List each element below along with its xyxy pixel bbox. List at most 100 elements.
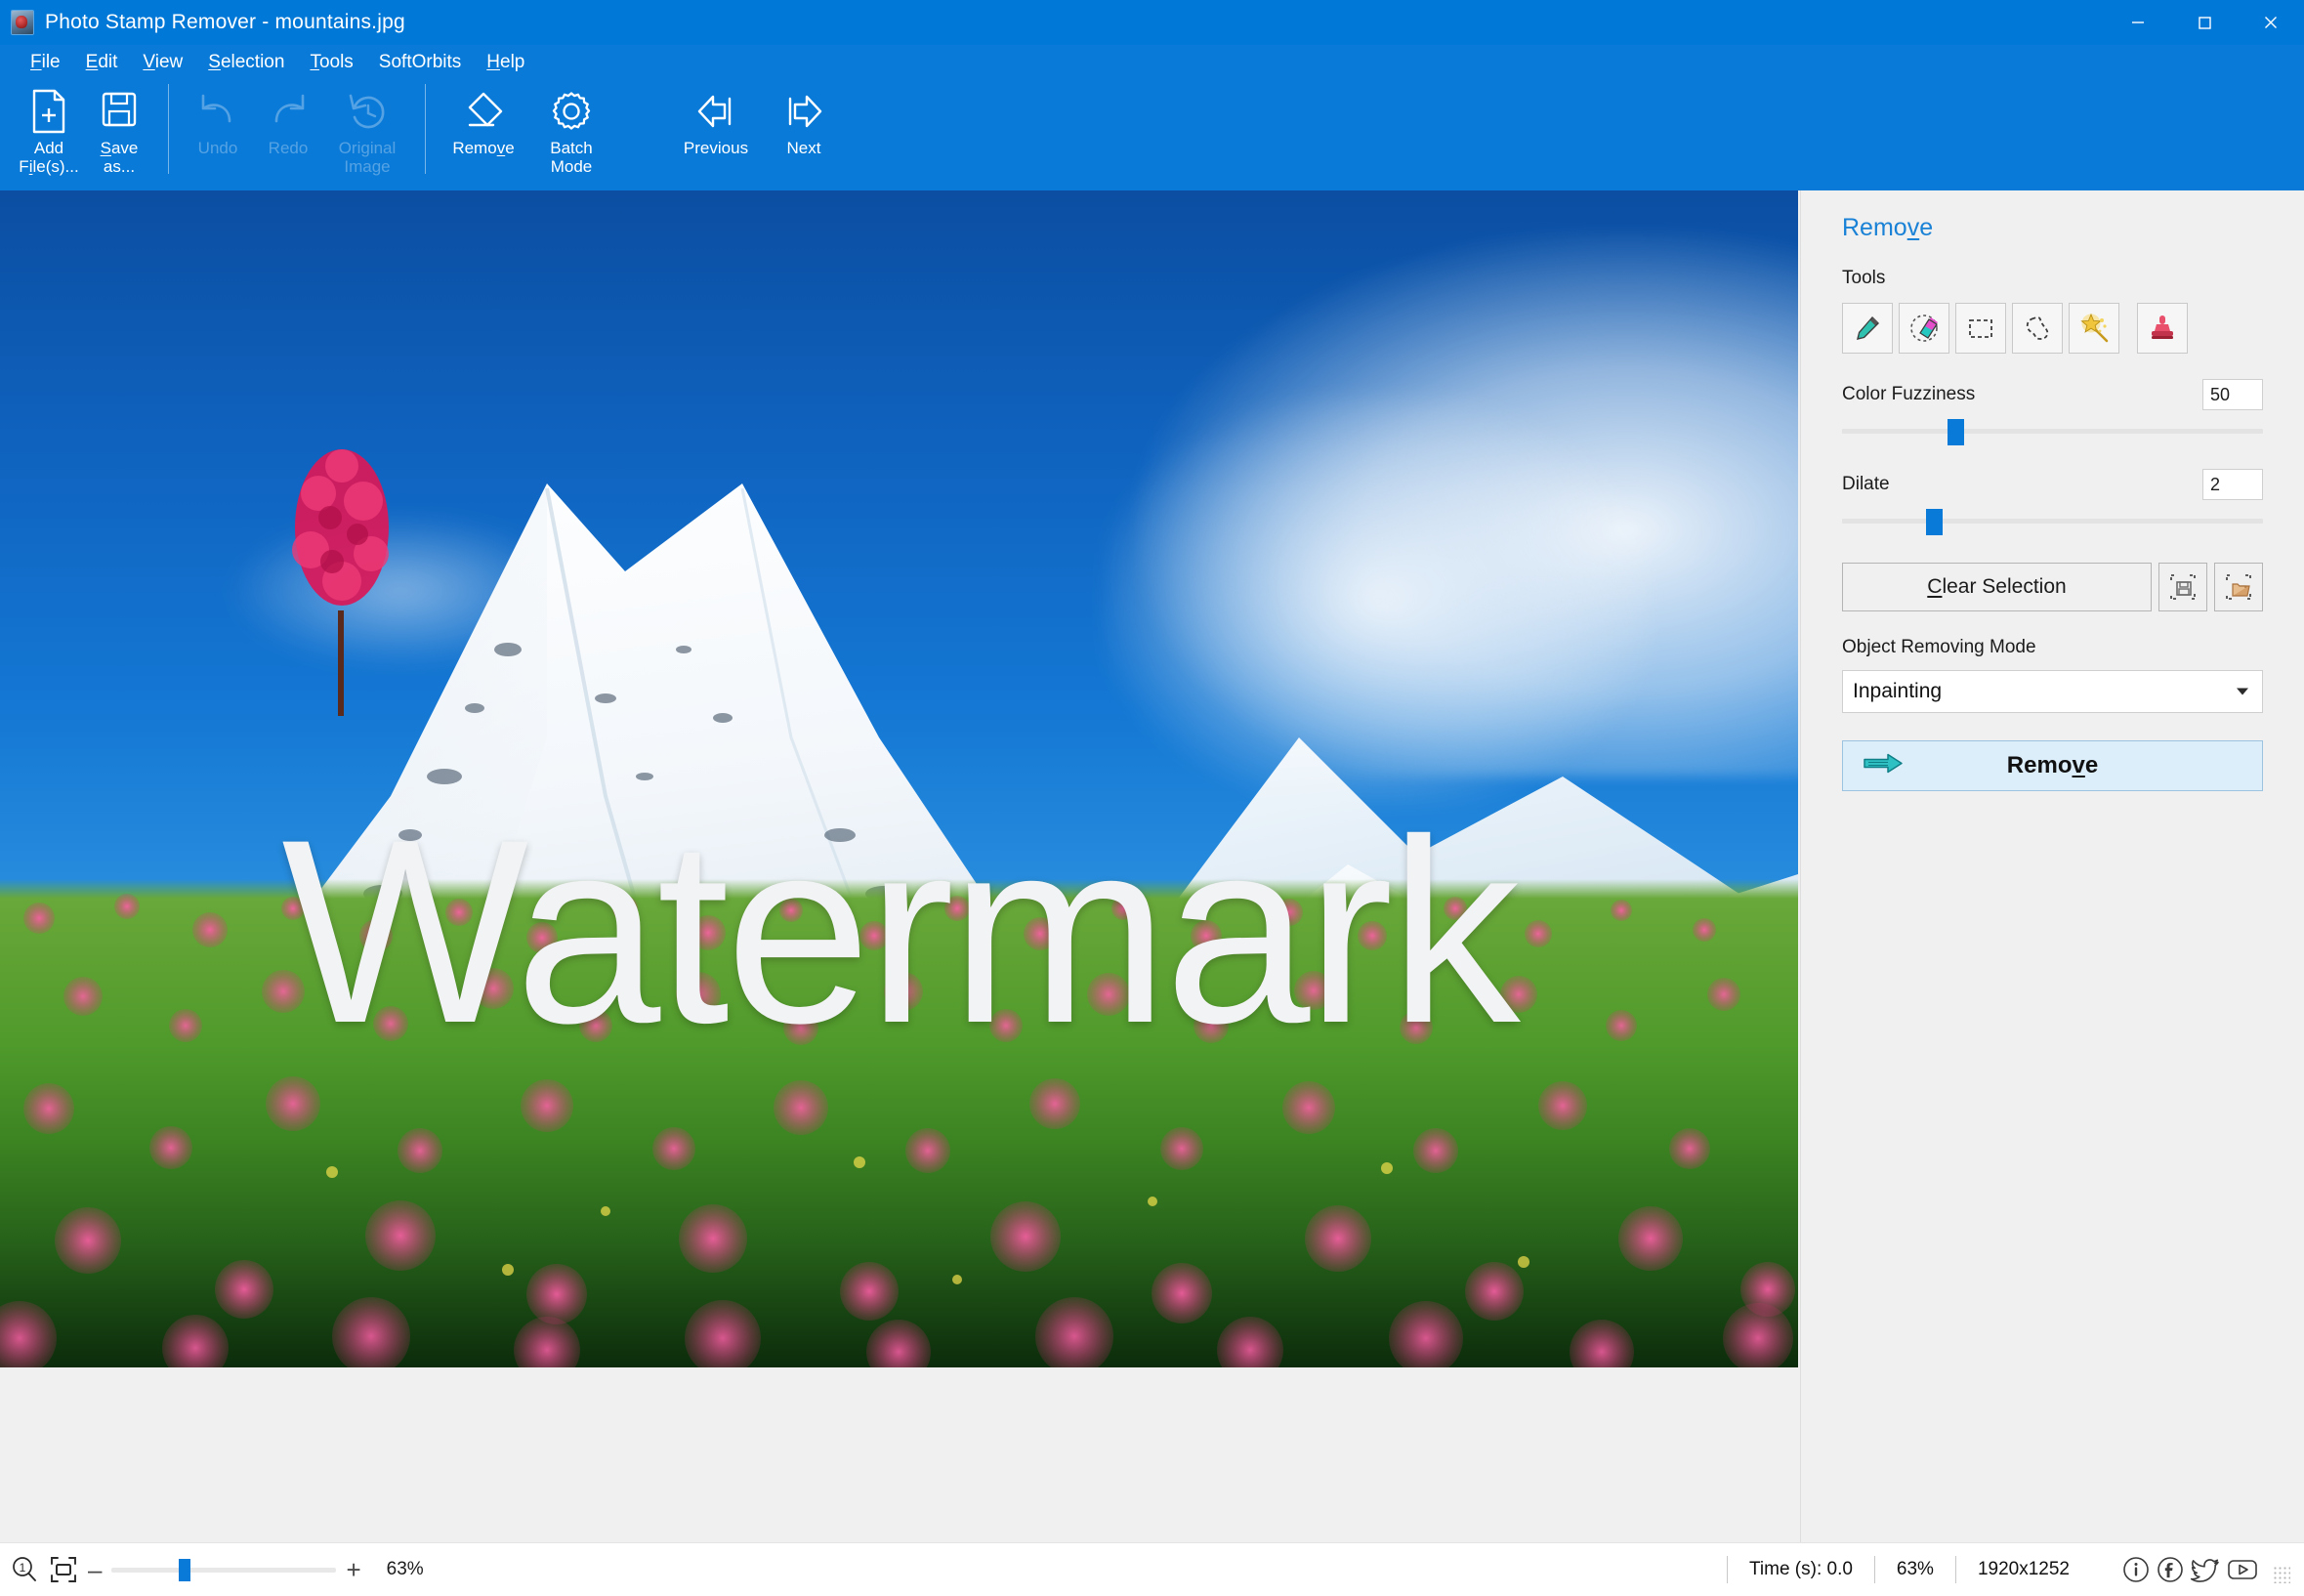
object-removing-mode-value: Inpainting — [1853, 680, 1943, 702]
toolbar-next-button[interactable]: Next — [760, 80, 848, 157]
tools-row — [1842, 303, 2263, 354]
twitter-icon — [2190, 1559, 2219, 1582]
info-icon — [2123, 1557, 2149, 1582]
application-window: Photo Stamp Remover - mountains.jpg File… — [0, 0, 2304, 1596]
dilate-slider[interactable] — [1842, 508, 2263, 535]
toolbar-add-files-button[interactable]: Add File(s)... — [14, 80, 84, 176]
zoom-percent-left: 63% — [386, 1559, 424, 1579]
panel-footer-area — [1800, 1367, 2304, 1542]
arrow-left-icon — [691, 86, 740, 137]
status-bar-left: 1 – + 63% — [0, 1555, 424, 1584]
marker-tool-button[interactable] — [1842, 303, 1893, 354]
eraser-icon — [1910, 315, 1938, 342]
save-selection-icon — [2170, 574, 2196, 600]
dilate-value[interactable]: 2 — [2202, 469, 2263, 500]
close-button[interactable] — [2238, 0, 2304, 45]
chevron-down-icon — [2237, 688, 2248, 695]
redo-icon — [266, 86, 311, 137]
lasso-select-tool-button[interactable] — [2012, 303, 2063, 354]
toolbar-batch-mode-label: Batch Mode — [550, 139, 593, 176]
color-fuzziness-label: Color Fuzziness — [1842, 384, 1976, 404]
menu-file[interactable]: File — [18, 50, 73, 75]
menu-edit[interactable]: Edit — [73, 50, 131, 75]
zoom-in-button[interactable]: + — [346, 1557, 360, 1582]
dilate-label: Dilate — [1842, 474, 1890, 494]
toolbar-undo-button: Undo — [183, 80, 253, 157]
twitter-button[interactable] — [2189, 1554, 2222, 1585]
zoom-actual-size-button[interactable]: 1 — [10, 1555, 39, 1584]
clone-stamp-icon — [2152, 315, 2173, 339]
color-fuzziness-track — [1842, 429, 2263, 434]
clone-stamp-tool-button[interactable] — [2137, 303, 2188, 354]
window-controls — [2105, 0, 2304, 45]
flower-texture — [0, 894, 1795, 1367]
toolbar-redo-button: Redo — [253, 80, 323, 157]
toolbar-previous-button[interactable]: Previous — [672, 80, 760, 157]
photo-mountains: Watermark — [0, 190, 1798, 1367]
rectangle-select-tool-button[interactable] — [1955, 303, 2006, 354]
dilate-row: Dilate 2 — [1842, 469, 2263, 500]
blossom-tree — [292, 449, 389, 716]
toolbar-batch-mode-button[interactable]: Batch Mode — [527, 80, 615, 176]
image-canvas[interactable]: Watermark — [0, 190, 1798, 1367]
social-links — [2091, 1554, 2304, 1585]
load-selection-icon — [2226, 574, 2251, 600]
menu-help[interactable]: Help — [474, 50, 537, 75]
fit-to-window-button[interactable] — [49, 1555, 78, 1584]
status-bar: 1 – + 63% Time (s): 0.0 63% 1920x1252 — [0, 1542, 2304, 1596]
resize-grip[interactable] — [2273, 1566, 2290, 1583]
toolbar-remove-label: Remove — [452, 139, 515, 157]
status-time: Time (s): 0.0 — [1727, 1556, 1874, 1583]
save-as-icon — [98, 86, 141, 137]
toolbar-remove-button[interactable]: Remove — [440, 80, 527, 157]
eraser-icon — [460, 86, 507, 137]
eraser-tool-button[interactable] — [1899, 303, 1949, 354]
toolbar-save-as-button[interactable]: Save as... — [84, 80, 154, 176]
toolbar-separator-2 — [425, 84, 426, 174]
menu-tools[interactable]: Tools — [297, 50, 365, 75]
zoom-actual-size-icon: 1 — [13, 1557, 36, 1581]
zoom-slider-thumb[interactable] — [179, 1559, 191, 1581]
toolbar-original-image-label: Original Image — [338, 139, 397, 176]
object-removing-mode-select[interactable]: Inpainting — [1842, 670, 2263, 713]
toolbar-undo-label: Undo — [197, 139, 238, 157]
marker-icon — [1857, 316, 1879, 340]
color-fuzziness-thumb[interactable] — [1947, 419, 1964, 445]
youtube-button[interactable] — [2225, 1554, 2260, 1585]
fit-to-window-icon — [51, 1557, 76, 1582]
app-photo-icon — [12, 11, 33, 34]
clear-selection-button[interactable]: Clear Selection — [1842, 563, 2152, 611]
facebook-button[interactable] — [2155, 1554, 2186, 1585]
minimize-button[interactable] — [2105, 0, 2171, 45]
menu-softorbits[interactable]: SoftOrbits — [366, 50, 474, 75]
dilate-thumb[interactable] — [1926, 509, 1944, 535]
maximize-button[interactable] — [2171, 0, 2238, 45]
history-revert-icon — [345, 86, 390, 137]
menu-view[interactable]: View — [130, 50, 195, 75]
menu-bar: File Edit View Selection Tools SoftOrbit… — [0, 45, 2304, 80]
color-fuzziness-value[interactable]: 50 — [2202, 379, 2263, 410]
magic-wand-tool-button[interactable] — [2069, 303, 2119, 354]
remove-action-button[interactable]: Remove — [1842, 740, 2263, 791]
gear-icon — [548, 86, 595, 137]
toolbar-save-as-label: Save as... — [100, 139, 139, 176]
zoom-out-button[interactable]: – — [88, 1557, 102, 1582]
toolbar-previous-label: Previous — [683, 139, 749, 157]
arrow-right-teal-icon — [1863, 752, 1904, 780]
lasso-select-icon — [2026, 316, 2049, 340]
arrow-right-icon — [779, 86, 828, 137]
toolbar-original-image-button: Original Image — [323, 80, 411, 176]
color-fuzziness-slider[interactable] — [1842, 418, 2263, 445]
zoom-slider[interactable] — [111, 1559, 337, 1581]
tools-label: Tools — [1842, 268, 1886, 288]
remove-action-label: Remove — [2006, 752, 2099, 778]
load-selection-button[interactable] — [2214, 563, 2263, 611]
save-selection-button[interactable] — [2158, 563, 2207, 611]
selection-buttons-row: Clear Selection — [1842, 563, 2263, 611]
dilate-track — [1842, 519, 2263, 524]
info-button[interactable] — [2120, 1554, 2152, 1585]
color-fuzziness-row: Color Fuzziness 50 — [1842, 379, 2263, 410]
facebook-icon — [2157, 1557, 2183, 1582]
menu-selection[interactable]: Selection — [195, 50, 297, 75]
window-title: Photo Stamp Remover - mountains.jpg — [45, 11, 405, 33]
